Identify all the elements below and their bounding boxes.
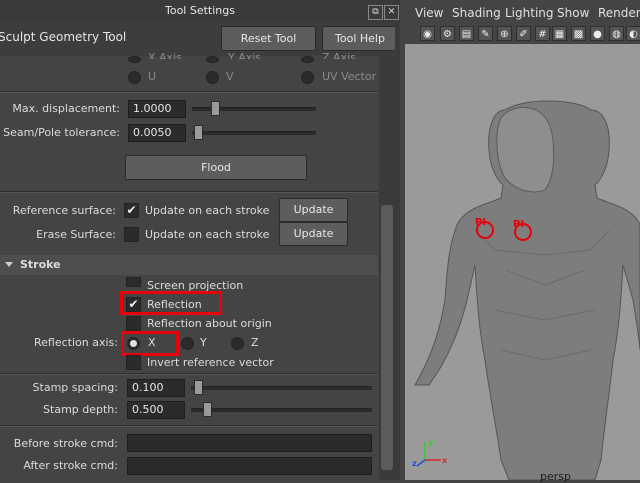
wireframe-icon[interactable]: ▦ bbox=[552, 26, 567, 41]
stamp-depth-slider[interactable] bbox=[191, 408, 372, 412]
grid-icon[interactable]: # bbox=[535, 26, 550, 41]
window-title: Tool Settings bbox=[165, 4, 235, 17]
reference-surface-label: Reference surface: bbox=[12, 204, 116, 217]
lights-icon[interactable]: ◐ bbox=[626, 26, 640, 41]
before-stroke-cmd-label: Before stroke cmd: bbox=[13, 437, 118, 450]
menu-renderer[interactable]: Renderer bbox=[598, 6, 640, 20]
divider bbox=[0, 425, 378, 427]
scrollbar-thumb[interactable] bbox=[381, 205, 393, 470]
seam-pole-tolerance-field[interactable]: 0.0050 bbox=[128, 124, 186, 142]
reset-tool-button[interactable]: Reset Tool bbox=[221, 26, 316, 51]
tool-name: Sculpt Geometry Tool bbox=[0, 30, 127, 44]
textured-icon[interactable]: ◍ bbox=[609, 26, 624, 41]
reflection-axis-label: Reflection axis: bbox=[34, 336, 118, 349]
after-stroke-cmd-field[interactable] bbox=[127, 457, 372, 475]
max-displacement-label: Max. displacement: bbox=[12, 102, 120, 115]
z-axis-radio[interactable] bbox=[301, 56, 314, 63]
head-mesh bbox=[496, 107, 555, 193]
erase-surface-label: Erase Surface: bbox=[36, 228, 116, 241]
u-radio[interactable] bbox=[128, 71, 141, 84]
z-axis-gizmo-label: z bbox=[412, 459, 417, 468]
menu-show[interactable]: Show bbox=[557, 6, 589, 20]
invert-reference-checkbox[interactable] bbox=[126, 355, 141, 370]
erase-surface-checkbox[interactable] bbox=[124, 227, 139, 242]
marker-left-label: PI bbox=[475, 217, 486, 228]
x-axis-gizmo-label: x bbox=[442, 456, 448, 465]
y-axis-radio[interactable] bbox=[206, 56, 219, 63]
reflection-axis-y-radio[interactable] bbox=[181, 337, 194, 350]
stamp-spacing-slider-handle[interactable] bbox=[194, 380, 203, 395]
close-icon[interactable]: ✕ bbox=[384, 5, 399, 20]
divider bbox=[0, 91, 378, 93]
tool-settings-panel: Tool Settings ⧉ ✕ Sculpt Geometry Tool R… bbox=[0, 0, 400, 480]
seam-pole-tolerance-slider-handle[interactable] bbox=[194, 125, 203, 140]
reflection-highlight-box bbox=[120, 291, 222, 315]
erase-surface-update-button[interactable]: Update bbox=[279, 222, 348, 246]
max-displacement-slider-handle[interactable] bbox=[211, 101, 220, 116]
stamp-depth-field[interactable]: 0.500 bbox=[127, 401, 185, 419]
shaded-sphere-icon[interactable]: ● bbox=[590, 26, 605, 41]
divider bbox=[0, 191, 378, 193]
bookmark-icon[interactable]: ▤ bbox=[459, 26, 474, 41]
erase-surface-checkbox-label: Update on each stroke bbox=[145, 228, 270, 241]
stamp-depth-label: Stamp depth: bbox=[43, 403, 118, 416]
invert-reference-label: Invert reference vector bbox=[147, 356, 274, 369]
v-label: V bbox=[226, 70, 234, 83]
reflection-axis-z-label: Z bbox=[251, 336, 259, 349]
before-stroke-cmd-field[interactable] bbox=[127, 434, 372, 452]
tool-help-button[interactable]: Tool Help bbox=[322, 26, 398, 51]
reflection-axis-y-label: Y bbox=[200, 336, 207, 349]
after-stroke-cmd-label: After stroke cmd: bbox=[23, 459, 118, 472]
stamp-depth-slider-handle[interactable] bbox=[203, 402, 212, 417]
y-axis-gizmo-label: y bbox=[428, 438, 434, 447]
uv-vector-label: UV Vector bbox=[322, 70, 377, 83]
divider bbox=[0, 373, 378, 375]
character-model: y z x PI PI bbox=[412, 100, 640, 480]
camera-attributes-icon[interactable]: ⚙ bbox=[440, 26, 455, 41]
x-axis-label: X Axis bbox=[148, 51, 182, 59]
smooth-shade-icon[interactable]: ▩ bbox=[571, 26, 586, 41]
seam-pole-tolerance-slider[interactable] bbox=[192, 131, 316, 135]
reference-surface-checkbox[interactable]: ✔ bbox=[124, 203, 139, 218]
menu-shading[interactable]: Shading bbox=[452, 6, 501, 20]
stamp-spacing-label: Stamp spacing: bbox=[32, 381, 118, 394]
x-axis-radio[interactable] bbox=[128, 56, 141, 63]
screen-projection-checkbox[interactable] bbox=[126, 277, 141, 287]
camera-label: persp bbox=[540, 470, 571, 483]
u-label: U bbox=[148, 70, 157, 83]
flood-button[interactable]: Flood bbox=[125, 155, 307, 180]
stroke-section-title: Stroke bbox=[20, 258, 61, 271]
z-axis-gizmo bbox=[416, 459, 426, 467]
seam-pole-tolerance-label: Seam/Pole tolerance: bbox=[3, 126, 120, 139]
menu-lighting[interactable]: Lighting bbox=[505, 6, 554, 20]
grease-pencil-icon[interactable]: ✐ bbox=[516, 26, 531, 41]
reference-surface-checkbox-label: Update on each stroke bbox=[145, 204, 270, 217]
float-window-icon[interactable]: ⧉ bbox=[368, 5, 383, 20]
stamp-spacing-field[interactable]: 0.100 bbox=[127, 379, 185, 397]
reflection-axis-highlight-box bbox=[121, 331, 179, 356]
reflection-origin-label: Reflection about origin bbox=[147, 317, 272, 330]
stamp-spacing-slider[interactable] bbox=[191, 386, 372, 390]
marker-right-label: PI bbox=[513, 219, 524, 230]
collapse-arrow-icon[interactable] bbox=[5, 262, 13, 267]
3d-viewport[interactable]: y z x PI PI bbox=[405, 0, 640, 480]
panel-edge bbox=[395, 22, 400, 480]
two-d-pan-icon[interactable]: ⊕ bbox=[497, 26, 512, 41]
reflection-axis-z-radio[interactable] bbox=[231, 337, 244, 350]
reflection-origin-checkbox[interactable] bbox=[126, 316, 141, 331]
z-axis-label: Z Axis bbox=[322, 51, 356, 59]
image-plane-icon[interactable]: ✎ bbox=[478, 26, 493, 41]
v-radio[interactable] bbox=[206, 71, 219, 84]
select-camera-icon[interactable]: ◉ bbox=[420, 26, 435, 41]
uv-vector-radio[interactable] bbox=[301, 71, 314, 84]
max-displacement-field[interactable]: 1.0000 bbox=[128, 100, 186, 118]
reference-surface-update-button[interactable]: Update bbox=[279, 198, 348, 222]
menu-view[interactable]: View bbox=[415, 6, 443, 20]
y-axis-label: Y Axis bbox=[228, 51, 262, 59]
